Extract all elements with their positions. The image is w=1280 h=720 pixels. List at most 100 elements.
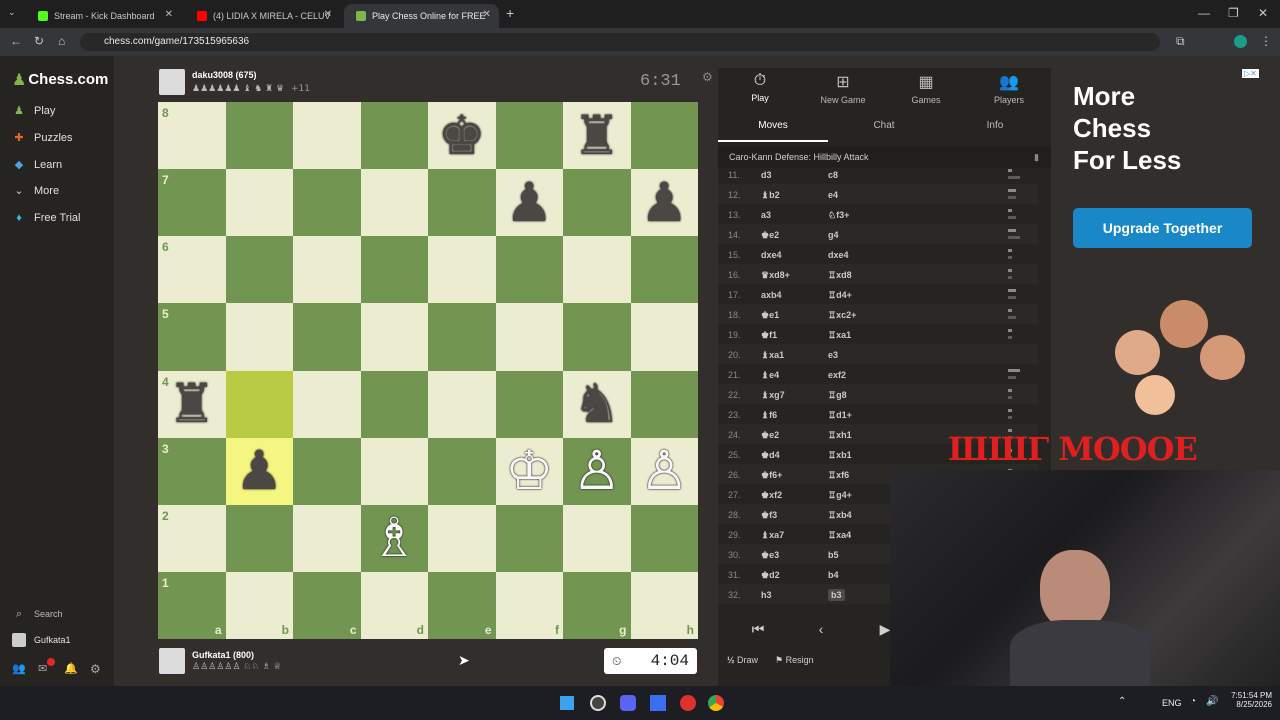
chess-piece[interactable]: ♜ (563, 102, 631, 169)
square-f6[interactable] (495, 236, 563, 304)
close-tab-icon[interactable]: ✕ (165, 9, 173, 20)
browser-tab-chess[interactable]: Play Chess Online for FREE ✕ (344, 4, 499, 28)
square-c4[interactable] (293, 370, 361, 438)
square-f3[interactable]: ♔ (495, 437, 564, 505)
chess-com-logo[interactable]: ♟ Chess.com (12, 70, 108, 89)
white-move[interactable]: h3 (761, 590, 772, 600)
black-move[interactable]: ♖xd8 (828, 270, 852, 281)
chess-piece[interactable]: ♔ (496, 438, 564, 505)
new-tab-icon[interactable]: + (506, 5, 514, 21)
square-h5[interactable] (630, 303, 698, 371)
black-move[interactable]: dxe4 (828, 250, 849, 260)
square-h1[interactable]: h (630, 571, 698, 639)
black-move[interactable]: b3 (828, 589, 845, 601)
white-move[interactable]: dxe4 (761, 250, 782, 260)
square-f5[interactable] (495, 303, 563, 371)
white-move[interactable]: ♝xg7 (761, 390, 785, 401)
chess-piece[interactable]: ♜ (158, 371, 226, 438)
square-f4[interactable] (495, 370, 563, 438)
square-a8[interactable]: 8 (158, 102, 226, 170)
tab-moves[interactable]: Moves (718, 120, 828, 131)
square-e6[interactable] (428, 236, 496, 304)
square-f1[interactable]: f (495, 571, 563, 639)
extensions-icon[interactable]: ⧉ (1176, 34, 1185, 49)
obs-icon[interactable] (590, 695, 606, 711)
white-move[interactable]: ♚e3 (761, 550, 779, 561)
language-indicator[interactable]: ENG (1162, 698, 1182, 708)
tab-chat[interactable]: Chat (829, 120, 939, 131)
square-b8[interactable] (225, 102, 293, 170)
square-c5[interactable] (293, 303, 361, 371)
media-app-icon[interactable] (680, 695, 696, 711)
white-move[interactable]: ♚e2 (761, 430, 779, 441)
black-move[interactable]: e3 (828, 350, 838, 360)
black-move[interactable]: ♖xa1 (828, 330, 851, 341)
square-b3[interactable]: ♟ (225, 437, 293, 505)
square-h2[interactable] (630, 504, 698, 572)
previous-move-button[interactable]: ‹ (806, 616, 836, 642)
black-move[interactable]: g4 (828, 230, 839, 240)
white-move[interactable]: ♚d2 (761, 570, 780, 581)
browser-tab-kick[interactable]: Stream - Kick Dashboard ✕ (26, 4, 181, 28)
square-b4[interactable] (225, 370, 293, 438)
black-move[interactable]: c8 (828, 170, 838, 180)
square-h4[interactable] (630, 370, 698, 438)
draw-button[interactable]: ½ Draw (727, 655, 758, 665)
tab-search-icon[interactable]: ⌄ (8, 7, 16, 18)
black-move[interactable]: b4 (828, 570, 839, 580)
square-c6[interactable] (293, 236, 361, 304)
black-move[interactable]: ♖g4+ (828, 490, 852, 501)
square-a5[interactable]: 5 (158, 303, 226, 371)
square-g6[interactable] (563, 236, 631, 304)
first-move-button[interactable]: ⏮ (743, 616, 773, 642)
sidebar-item-puzzles[interactable]: ✚ Puzzles (12, 128, 72, 148)
white-move[interactable]: ♝xa1 (761, 350, 784, 361)
square-d2[interactable]: ♗ (360, 504, 428, 572)
volume-icon[interactable]: 🔊 (1206, 696, 1218, 707)
square-d6[interactable] (360, 236, 428, 304)
square-a4[interactable]: 4 ♜ (158, 370, 226, 438)
windows-start-icon[interactable] (560, 696, 574, 710)
square-b1[interactable]: b (225, 571, 293, 639)
square-d8[interactable] (360, 102, 428, 170)
square-g1[interactable]: g (563, 571, 631, 639)
white-move[interactable]: ♝b2 (761, 190, 780, 201)
tab-info[interactable]: Info (940, 120, 1050, 131)
bottom-player-avatar[interactable] (159, 648, 185, 674)
tab-play[interactable]: ⏱ Play (720, 72, 800, 103)
square-e2[interactable] (428, 504, 496, 572)
square-e1[interactable]: e (428, 571, 496, 639)
top-player-name[interactable]: daku3008 (675) (192, 70, 257, 80)
bell-icon[interactable]: 🔔 (64, 662, 78, 675)
square-a1[interactable]: 1a (158, 571, 226, 639)
square-d4[interactable] (360, 370, 428, 438)
square-c7[interactable] (293, 169, 361, 237)
resign-button[interactable]: ⚑ Resign (775, 655, 814, 666)
square-a7[interactable]: 7 (158, 169, 226, 237)
sidebar-item-more[interactable]: ⌄ More (12, 181, 59, 201)
black-move[interactable]: ♖xb1 (828, 450, 852, 461)
white-move[interactable]: ♚d4 (761, 450, 780, 461)
white-move[interactable]: d3 (761, 170, 772, 180)
chrome-icon[interactable] (708, 695, 724, 711)
clock-tray[interactable]: 7:51:54 PM 8/25/2026 (1226, 691, 1272, 709)
profile-avatar[interactable] (1234, 35, 1247, 48)
top-player-avatar[interactable] (159, 69, 185, 95)
settings-gear-icon[interactable]: ⚙ (90, 662, 101, 676)
square-h6[interactable] (630, 236, 698, 304)
square-d5[interactable] (360, 303, 428, 371)
black-move[interactable]: exf2 (828, 370, 846, 380)
square-e5[interactable] (428, 303, 496, 371)
back-icon[interactable]: ← (10, 34, 22, 48)
white-move[interactable]: ♚f1 (761, 330, 777, 341)
square-h7[interactable]: ♟ (630, 169, 698, 237)
white-move[interactable]: ♛xd8+ (761, 270, 790, 281)
upgrade-together-button[interactable]: Upgrade Together (1073, 208, 1252, 248)
chess-piece[interactable]: ♟ (496, 169, 564, 236)
black-move[interactable]: ♖xf6 (828, 470, 849, 481)
square-b6[interactable] (225, 236, 293, 304)
square-h8[interactable] (630, 102, 698, 170)
white-move[interactable]: ♚xf2 (761, 490, 782, 501)
square-a6[interactable]: 6 (158, 236, 226, 304)
white-move[interactable]: ♝xa7 (761, 530, 784, 541)
